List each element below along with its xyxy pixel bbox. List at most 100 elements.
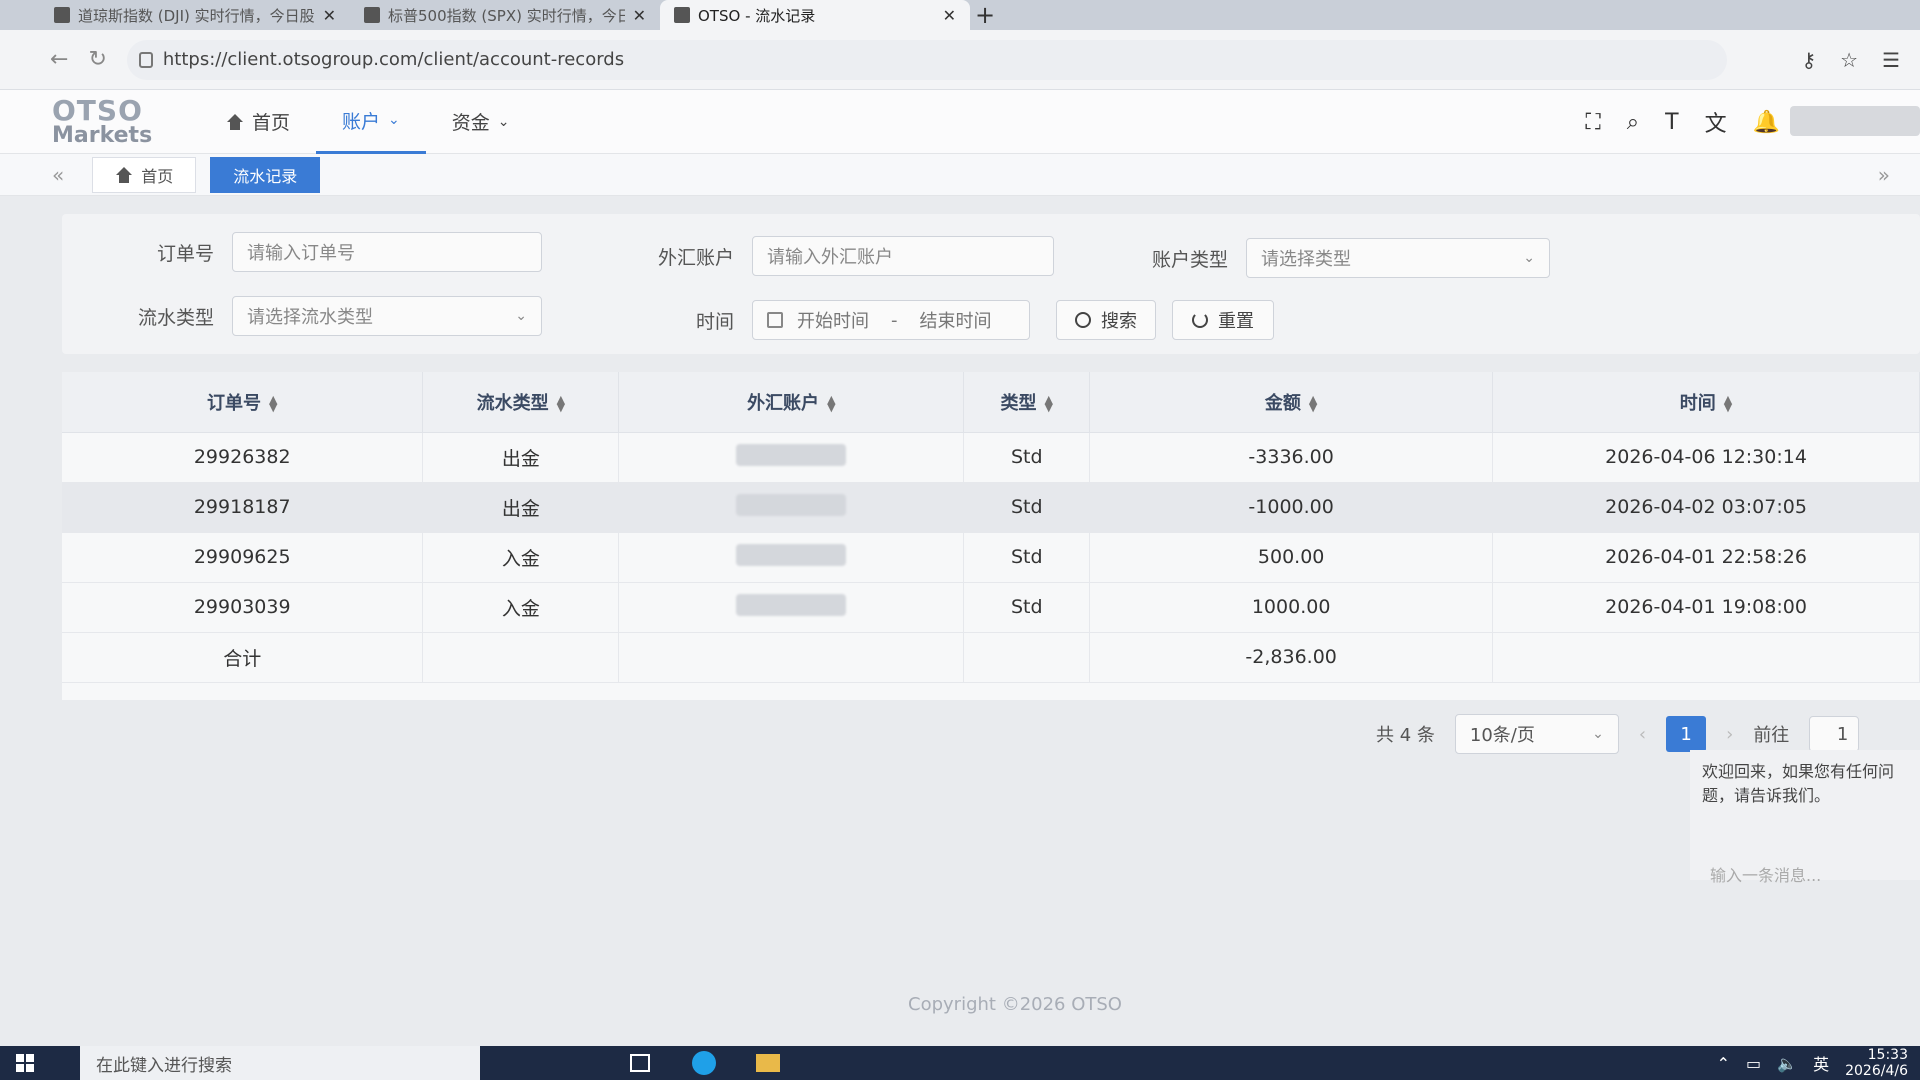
browser-address-bar: ← ↻ https://client.otsogroup.com/client/… xyxy=(0,30,1920,90)
chat-widget: 欢迎回来，如果您有任何问题，请告诉我们。 输入一条消息... xyxy=(1690,750,1920,885)
column-title: 时间 xyxy=(1679,392,1716,414)
cell-flow-type: 入金 xyxy=(422,532,620,583)
table-row[interactable]: 29909625 入金 Std 500.00 2026-04-01 22:58:… xyxy=(62,532,1920,583)
lock-icon xyxy=(138,51,153,68)
reload-icon[interactable]: ↻ xyxy=(88,47,106,72)
flow-type-label: 流水类型 xyxy=(137,306,214,329)
new-tab-button[interactable]: + xyxy=(970,0,1000,30)
search-button[interactable]: 搜索 xyxy=(1056,300,1156,340)
url-field[interactable]: https://client.otsogroup.com/client/acco… xyxy=(126,39,1727,80)
tray-chevron-up-icon[interactable]: ⌃ xyxy=(1717,1054,1730,1073)
column-header-order[interactable]: 订单号 ▲ ▼ xyxy=(62,372,424,433)
column-title: 外汇账户 xyxy=(747,392,820,414)
cell-fx-account xyxy=(618,532,965,583)
sort-icon[interactable]: ▲ ▼ xyxy=(1309,394,1317,413)
fullscreen-icon[interactable]: ⛶ xyxy=(1585,110,1600,135)
table-row[interactable]: 29926382 出金 Std -3336.00 2026-04-06 12:3… xyxy=(62,432,1920,483)
otso-logo[interactable]: OTSO Markets xyxy=(0,93,152,147)
date-range-picker[interactable]: 开始时间 - 结束时间 xyxy=(752,300,1030,340)
page-number-current[interactable]: 1 xyxy=(1666,716,1707,752)
cell-time: 2026-04-06 12:30:14 xyxy=(1492,432,1920,483)
bell-icon[interactable]: 🔔 xyxy=(1753,110,1780,135)
account-type-select[interactable]: 请选择类型 ⌄ xyxy=(1246,238,1550,278)
nav-item-label: 账户 xyxy=(342,110,381,133)
home-icon xyxy=(226,113,244,130)
copyright-text: Copyright ©2026 OTSO xyxy=(908,994,1122,1015)
flow-type-placeholder: 请选择流水类型 xyxy=(247,307,373,328)
ime-indicator[interactable]: 英 xyxy=(1813,1051,1829,1075)
font-size-icon[interactable]: T xyxy=(1665,110,1678,135)
site-favicon-icon xyxy=(674,7,690,23)
search-icon[interactable]: ⌕ xyxy=(1627,110,1639,135)
double-chevron-right-icon[interactable]: » xyxy=(1878,163,1890,187)
account-type-placeholder: 请选择类型 xyxy=(1261,249,1351,270)
search-button-label: 搜索 xyxy=(1101,311,1137,332)
reset-button[interactable]: 重置 xyxy=(1172,300,1274,340)
close-tab-icon[interactable]: ✕ xyxy=(323,6,336,25)
nav-item-label: 资金 xyxy=(451,112,490,134)
task-view-icon[interactable] xyxy=(608,1046,672,1080)
cell-type: Std xyxy=(963,532,1091,583)
sort-icon[interactable]: ▲ ▼ xyxy=(1044,394,1052,413)
nav-item-home[interactable]: 首页 xyxy=(200,90,316,154)
browser-tab[interactable]: 标普500指数 (SPX) 实时行情，今日 ✕ xyxy=(350,0,660,30)
reset-button-label: 重置 xyxy=(1218,311,1254,332)
column-header-type[interactable]: 类型 ▲ ▼ xyxy=(963,372,1091,433)
order-no-input[interactable]: 请输入订单号 xyxy=(232,232,542,272)
browser-tab-active[interactable]: OTSO - 流水记录 ✕ xyxy=(660,0,970,30)
nav-item-account[interactable]: 账户 ⌄ xyxy=(316,90,426,154)
key-icon[interactable]: ⚷ xyxy=(1801,48,1816,72)
column-header-amount[interactable]: 金额 ▲ ▼ xyxy=(1089,372,1494,433)
favorite-star-icon[interactable]: ☆ xyxy=(1840,48,1858,72)
cell-order: 29909625 xyxy=(62,532,424,583)
network-icon[interactable]: ▭ xyxy=(1746,1054,1761,1073)
pagination: 共 4 条 10条/页 ⌄ ‹ 1 › 前往 1 xyxy=(1376,714,1860,754)
prev-page-icon[interactable]: ‹ xyxy=(1639,724,1646,745)
windows-start-icon[interactable] xyxy=(0,1046,50,1080)
cell-amount: 1000.00 xyxy=(1089,582,1494,633)
tags-bar: « 首页 流水记录 » xyxy=(0,154,1920,196)
fx-account-input[interactable]: 请输入外汇账户 xyxy=(752,236,1054,276)
sort-icon[interactable]: ▲ ▼ xyxy=(557,394,565,413)
sort-icon[interactable]: ▲ ▼ xyxy=(827,394,835,413)
system-tray: ⌃ ▭ 🔈 英 15:33 2026/4/6 xyxy=(1717,1047,1920,1079)
double-chevron-left-icon[interactable]: « xyxy=(52,163,64,187)
goto-page-input[interactable]: 1 xyxy=(1809,716,1860,752)
chat-message-input[interactable]: 输入一条消息... xyxy=(1710,862,1821,886)
nav-item-funds[interactable]: 资金 ⌄ xyxy=(426,90,536,154)
logo-line1: OTSO xyxy=(52,93,143,127)
taskbar-search[interactable]: 在此键入进行搜索 xyxy=(80,1046,480,1080)
file-explorer-icon[interactable] xyxy=(736,1046,800,1080)
table-row[interactable]: 29903039 入金 Std 1000.00 2026-04-01 19:08… xyxy=(62,582,1920,633)
sort-icon[interactable]: ▲ ▼ xyxy=(1724,394,1732,413)
browser-tab[interactable]: 道琼斯指数 (DJI) 实时行情，今日股 ✕ xyxy=(40,0,350,30)
cell-fx-account xyxy=(618,482,965,533)
table-row[interactable]: 29918187 出金 Std -1000.00 2026-04-02 03:0… xyxy=(62,482,1920,533)
column-title: 订单号 xyxy=(206,392,261,414)
volume-icon[interactable]: 🔈 xyxy=(1777,1054,1797,1073)
redacted-account xyxy=(736,593,847,616)
favorites-list-icon[interactable]: ☰ xyxy=(1882,48,1900,72)
translate-icon[interactable]: 文 xyxy=(1705,106,1727,138)
next-page-icon[interactable]: › xyxy=(1726,724,1733,745)
tab-title: 标普500指数 (SPX) 实时行情，今日 xyxy=(388,6,625,25)
time-range-field: 时间 开始时间 - 结束时间 xyxy=(642,300,1030,340)
column-header-fx-account[interactable]: 外汇账户 ▲ ▼ xyxy=(618,372,965,433)
back-arrow-icon[interactable]: ← xyxy=(50,47,68,72)
flow-type-select[interactable]: 请选择流水类型 ⌄ xyxy=(232,296,542,336)
column-header-time[interactable]: 时间 ▲ ▼ xyxy=(1492,372,1920,433)
fx-account-field: 外汇账户 请输入外汇账户 xyxy=(642,236,1054,276)
column-header-flow-type[interactable]: 流水类型 ▲ ▼ xyxy=(422,372,620,433)
windows-taskbar: 在此键入进行搜索 ⌃ ▭ 🔈 英 15:33 2026/4/6 xyxy=(0,1046,1920,1080)
user-info-blurred[interactable] xyxy=(1790,106,1920,136)
page-size-select[interactable]: 10条/页 ⌄ xyxy=(1454,714,1619,754)
tag-home[interactable]: 首页 xyxy=(92,156,197,193)
close-tab-icon[interactable]: ✕ xyxy=(943,6,956,25)
tag-label: 首页 xyxy=(141,166,174,186)
tag-account-records[interactable]: 流水记录 xyxy=(210,156,321,193)
chevron-down-icon: ⌄ xyxy=(1523,250,1535,266)
system-clock[interactable]: 15:33 2026/4/6 xyxy=(1845,1047,1908,1079)
close-tab-icon[interactable]: ✕ xyxy=(633,6,646,25)
edge-browser-icon[interactable] xyxy=(672,1046,736,1080)
sort-icon[interactable]: ▲ ▼ xyxy=(269,394,277,413)
